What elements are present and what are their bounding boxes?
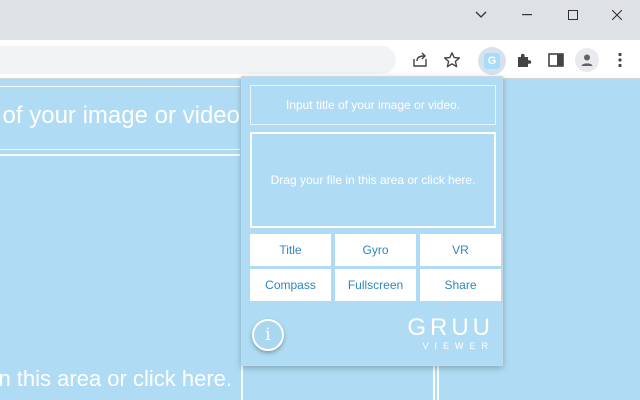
tab-search-dropdown-icon[interactable] [458, 0, 504, 30]
maximize-button[interactable] [550, 0, 596, 30]
title-button[interactable]: Title [250, 234, 331, 266]
menu-kebab-icon[interactable] [608, 48, 632, 72]
title-input[interactable] [250, 85, 496, 125]
page-title-placeholder: Input title of your image or video. [0, 102, 240, 129]
gruu-extension-badge: G [484, 53, 500, 69]
browser-toolbar [0, 40, 640, 79]
page-drop-label: Drag your file in this area or click her… [0, 366, 232, 391]
gyro-button[interactable]: Gyro [335, 234, 416, 266]
page-divider-line [437, 366, 439, 400]
minimize-button[interactable] [504, 0, 550, 30]
page-drop-text: Drag your file in this area or click her… [0, 366, 232, 392]
share-button[interactable]: Share [420, 269, 501, 301]
gruu-popup: Drag your file in this area or click her… [241, 76, 503, 366]
address-bar[interactable] [0, 46, 396, 74]
side-panel-icon[interactable] [544, 48, 568, 72]
bookmark-star-icon[interactable] [440, 48, 464, 72]
page-drop-border-top [0, 154, 240, 156]
close-window-button[interactable] [594, 0, 640, 30]
file-drop-area[interactable]: Drag your file in this area or click her… [250, 132, 496, 228]
share-icon[interactable] [408, 48, 432, 72]
fullscreen-button[interactable]: Fullscreen [335, 269, 416, 301]
logo-main-text: GRUU [407, 314, 494, 341]
gruu-extension-icon[interactable]: G [478, 47, 506, 75]
info-icon[interactable]: i [252, 319, 284, 351]
profile-icon[interactable] [575, 48, 599, 72]
logo-sub-text: VIEWER [422, 341, 494, 351]
vr-button[interactable]: VR [420, 234, 501, 266]
option-buttons: Title Gyro VR Compass Fullscreen Share [250, 234, 501, 301]
extensions-puzzle-icon[interactable] [512, 48, 536, 72]
drop-area-label: Drag your file in this area or click her… [270, 173, 476, 187]
compass-button[interactable]: Compass [250, 269, 331, 301]
gruu-viewer-logo: GRUU VIEWER [394, 314, 494, 352]
browser-titlebar [0, 0, 640, 40]
page-divider-line [433, 366, 435, 400]
